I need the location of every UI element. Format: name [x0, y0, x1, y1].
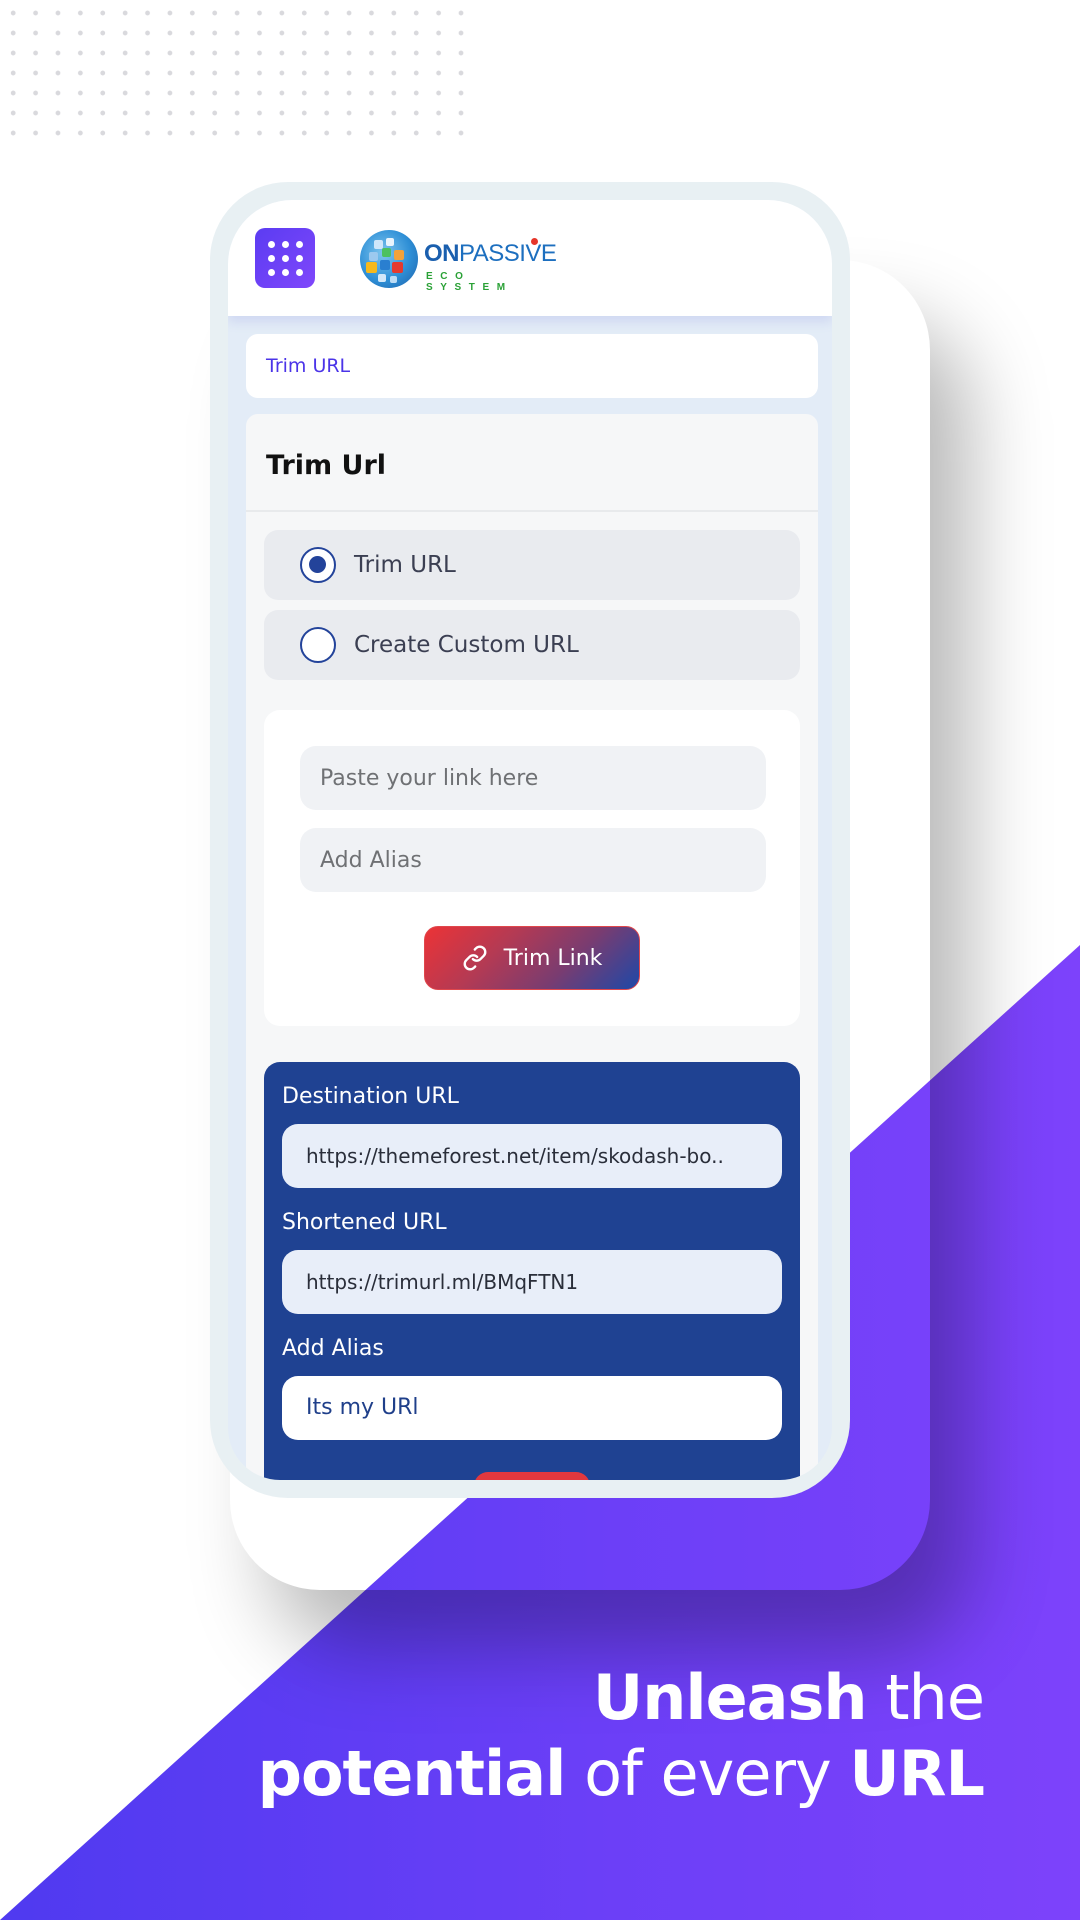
phone-mockup: ONPASSIVE ECO SYSTEM Trim URL Trim Url T… [210, 182, 850, 1498]
copy-button-partial[interactable] [474, 1472, 590, 1480]
divider [246, 510, 818, 512]
marketing-tagline: Unleash the potential of every URL [257, 1660, 985, 1812]
trim-url-card: Trim Url Trim URL Create Custom URL T [246, 414, 818, 1480]
shortened-url-label: Shortened URL [282, 1210, 447, 1235]
destination-url-field[interactable]: https://themeforest.net/item/skodash-bo.… [282, 1124, 782, 1188]
trim-link-button[interactable]: Trim Link [424, 926, 640, 990]
option-create-custom-url[interactable]: Create Custom URL [264, 610, 800, 680]
option-label: Trim URL [354, 552, 456, 578]
phone-screen: ONPASSIVE ECO SYSTEM Trim URL Trim Url T… [228, 200, 832, 1480]
breadcrumb[interactable]: Trim URL [246, 334, 818, 398]
shortened-url-field[interactable]: https://trimurl.ml/BMqFTN1 [282, 1250, 782, 1314]
globe-icon [360, 230, 418, 288]
logo-accent-dot [531, 238, 538, 245]
destination-url-label: Destination URL [282, 1084, 459, 1109]
tagline-line-2: potential of every URL [257, 1737, 985, 1810]
option-trim-url[interactable]: Trim URL [264, 530, 800, 600]
option-label: Create Custom URL [354, 632, 579, 658]
app-header: ONPASSIVE ECO SYSTEM [228, 200, 832, 316]
radio-checked[interactable] [300, 547, 336, 583]
result-panel: Destination URL https://themeforest.net/… [264, 1062, 800, 1480]
alias-label: Add Alias [282, 1336, 384, 1361]
menu-button[interactable] [255, 228, 315, 288]
link-icon [463, 945, 487, 971]
tagline-line-1: Unleash the [592, 1661, 985, 1734]
logo-tagline: ECO SYSTEM [426, 271, 513, 293]
alias-input[interactable] [300, 828, 766, 892]
trim-form: Trim Link [264, 710, 800, 1026]
link-input[interactable] [300, 746, 766, 810]
onpassive-logo[interactable]: ONPASSIVE ECO SYSTEM [360, 230, 560, 293]
trim-link-label: Trim Link [503, 945, 603, 971]
alias-field[interactable]: Its my URl [282, 1376, 782, 1440]
radio-unchecked[interactable] [300, 627, 336, 663]
card-title: Trim Url [266, 450, 387, 481]
dot-grid-decoration [0, 0, 472, 148]
